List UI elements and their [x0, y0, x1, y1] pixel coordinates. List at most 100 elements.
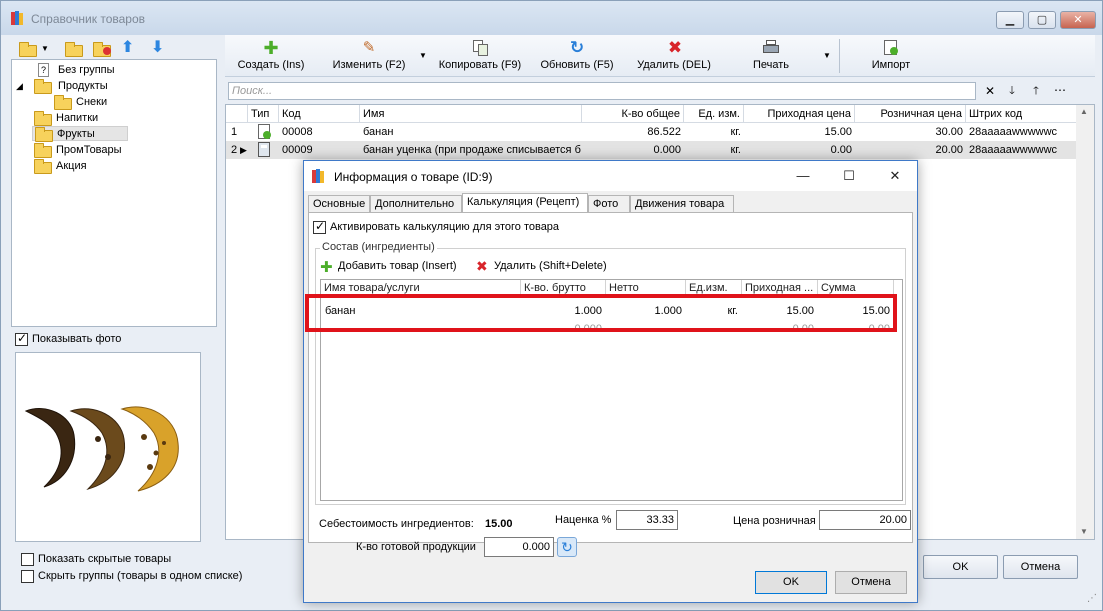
folder-icon	[34, 111, 52, 126]
markup-input[interactable]: 33.33	[616, 510, 678, 530]
main-title-bar: Справочник товаров ▁ ▢ ✕	[1, 1, 1102, 35]
delete-group-button[interactable]	[91, 41, 113, 57]
printer-icon	[763, 40, 779, 56]
refresh-icon: ↻	[569, 38, 585, 57]
scroll-down-icon[interactable]: ▼	[1080, 527, 1088, 536]
show-hidden-option[interactable]: Показать скрытые товары	[21, 552, 281, 568]
hide-groups-option[interactable]: Скрыть группы (товары в одном списке)	[21, 569, 311, 585]
folder-icon	[35, 127, 53, 142]
clear-search-button[interactable]: ✕	[983, 82, 997, 100]
scroll-up-icon[interactable]: ▲	[1080, 107, 1088, 116]
delete-button[interactable]: ✖ Удалить (DEL)	[631, 35, 717, 77]
toolbar-separator	[839, 39, 840, 73]
retail-price-input[interactable]: 20.00	[819, 510, 911, 530]
ok-button[interactable]: OK	[923, 555, 998, 579]
cost-label: Себестоимость ингредиентов:	[319, 518, 474, 530]
search-down-button[interactable]: 🡓	[1005, 82, 1019, 100]
edit-button[interactable]: ✎ Изменить (F2)	[327, 35, 411, 77]
calculator-icon	[258, 142, 270, 157]
move-up-button[interactable]: ⬆	[121, 37, 141, 57]
edit-dropdown[interactable]: ▼	[417, 35, 429, 77]
column-header[interactable]: Ед. изм.	[684, 105, 744, 123]
tree-item-promgoods[interactable]: ПромТовары	[32, 143, 152, 158]
group-tree: ? Без группы ◢ Продукты Снеки Напитки Фр…	[11, 59, 217, 327]
dialog-close-button[interactable]: ✕	[880, 166, 910, 186]
retail-price-label: Цена розничная	[733, 515, 816, 527]
close-button[interactable]: ✕	[1060, 11, 1096, 29]
recalculate-button[interactable]: ↻	[557, 537, 577, 557]
folder-icon	[54, 95, 72, 110]
chevron-down-icon: ▼	[419, 51, 427, 60]
show-photo-option[interactable]: Показывать фото	[15, 331, 195, 348]
tree-item-drinks[interactable]: Напитки	[32, 111, 152, 126]
column-header[interactable]: Приходная цена	[744, 105, 855, 123]
product-info-dialog: Информация о товаре (ID:9) — ☐ ✕ Основны…	[303, 160, 918, 603]
search-input[interactable]: Поиск...	[228, 82, 976, 100]
folder-settings-icon	[65, 42, 83, 57]
print-button[interactable]: Печать	[737, 35, 805, 77]
edit-group-button[interactable]	[63, 41, 85, 57]
move-down-button[interactable]: ⬇	[151, 37, 171, 57]
dialog-title: Информация о товаре (ID:9)	[334, 170, 493, 184]
add-group-button[interactable]: ▼	[17, 41, 51, 57]
refresh-button[interactable]: ↻ Обновить (F5)	[535, 35, 619, 77]
show-hidden-checkbox[interactable]	[21, 553, 34, 566]
photo-panel: Показывать фото	[11, 330, 217, 544]
dialog-minimize-button[interactable]: —	[788, 166, 818, 186]
column-header[interactable]: Штрих код	[966, 105, 1077, 123]
dialog-cancel-button[interactable]: Отмена	[835, 571, 907, 594]
column-header[interactable]: К-во общее	[582, 105, 684, 123]
tab-photo[interactable]: Фото	[588, 195, 630, 213]
cancel-button[interactable]: Отмена	[1003, 555, 1078, 579]
table-row[interactable]: 2 ▶ 00009 банан уценка (при продаже спис…	[226, 141, 1077, 159]
tab-main[interactable]: Основные	[308, 195, 370, 213]
tree-item-promo[interactable]: Акция	[32, 159, 152, 174]
plus-icon: ✚	[263, 38, 279, 58]
activate-calculation-option[interactable]: Активировать калькуляцию для этого товар…	[313, 219, 613, 236]
table-row[interactable]: 1 00008 банан 86.522 кг. 15.00 30.00 28a…	[226, 123, 1077, 141]
create-button[interactable]: ✚ Создать (Ins)	[231, 35, 311, 77]
column-header[interactable]: Тип	[248, 105, 279, 123]
show-photo-checkbox[interactable]	[15, 331, 28, 346]
copy-button[interactable]: Копировать (F9)	[435, 35, 525, 77]
red-x-icon: ✖	[667, 38, 683, 57]
expand-arrow-icon: ◢	[16, 81, 23, 91]
column-header[interactable]: Розничная цена	[855, 105, 966, 123]
weighted-item-icon	[258, 124, 271, 139]
print-dropdown[interactable]: ▼	[821, 35, 833, 77]
activate-calculation-checkbox[interactable]	[313, 219, 326, 234]
tree-item-fruits[interactable]: Фрукты	[32, 126, 128, 142]
tab-movements[interactable]: Движения товара	[630, 195, 734, 213]
remove-ingredient-button[interactable]: ✖ Удалить (Shift+Delete)	[476, 258, 626, 275]
column-header[interactable]: Имя	[360, 105, 582, 123]
maximize-button[interactable]: ▢	[1028, 11, 1056, 29]
hide-groups-checkbox[interactable]	[21, 570, 34, 583]
yield-input[interactable]: 0.000	[484, 537, 554, 557]
column-header[interactable]: Код	[279, 105, 360, 123]
highlight-box	[305, 294, 897, 332]
close-icon: ✕	[984, 84, 996, 98]
import-button[interactable]: Импорт	[861, 35, 921, 77]
tree-item-snacks[interactable]: Снеки	[52, 95, 172, 110]
refresh-icon: ↻	[561, 539, 573, 555]
resize-grip-icon[interactable]: ⋰	[1087, 593, 1097, 604]
dialog-maximize-button[interactable]: ☐	[834, 166, 864, 186]
plus-icon: ✚	[320, 259, 333, 276]
dialog-ok-button[interactable]: OK	[755, 571, 827, 594]
tab-calculation[interactable]: Калькуляция (Рецепт)	[462, 193, 588, 213]
tab-additional[interactable]: Дополнительно	[370, 195, 462, 213]
cost-value: 15.00	[485, 518, 513, 530]
search-up-button[interactable]: 🡑	[1029, 82, 1043, 100]
arrow-down-icon: ⬇	[151, 39, 165, 56]
import-icon	[883, 40, 899, 56]
tree-item-no-group[interactable]: ? Без группы	[34, 63, 154, 78]
grid-scrollbar[interactable]: ▲ ▼	[1076, 105, 1094, 539]
add-ingredient-button[interactable]: ✚ Добавить товар (Insert)	[320, 259, 470, 276]
minimize-button[interactable]: ▁	[996, 11, 1024, 29]
tree-item-products[interactable]: ◢ Продукты	[16, 79, 156, 94]
column-header[interactable]	[226, 105, 248, 123]
dialog-title-bar: Информация о товаре (ID:9) — ☐ ✕	[304, 161, 917, 191]
dialog-tabs: Основные Дополнительно Калькуляция (Реце…	[308, 193, 913, 213]
search-options-button[interactable]: ⋯	[1051, 82, 1069, 100]
folder-icon	[34, 159, 52, 174]
